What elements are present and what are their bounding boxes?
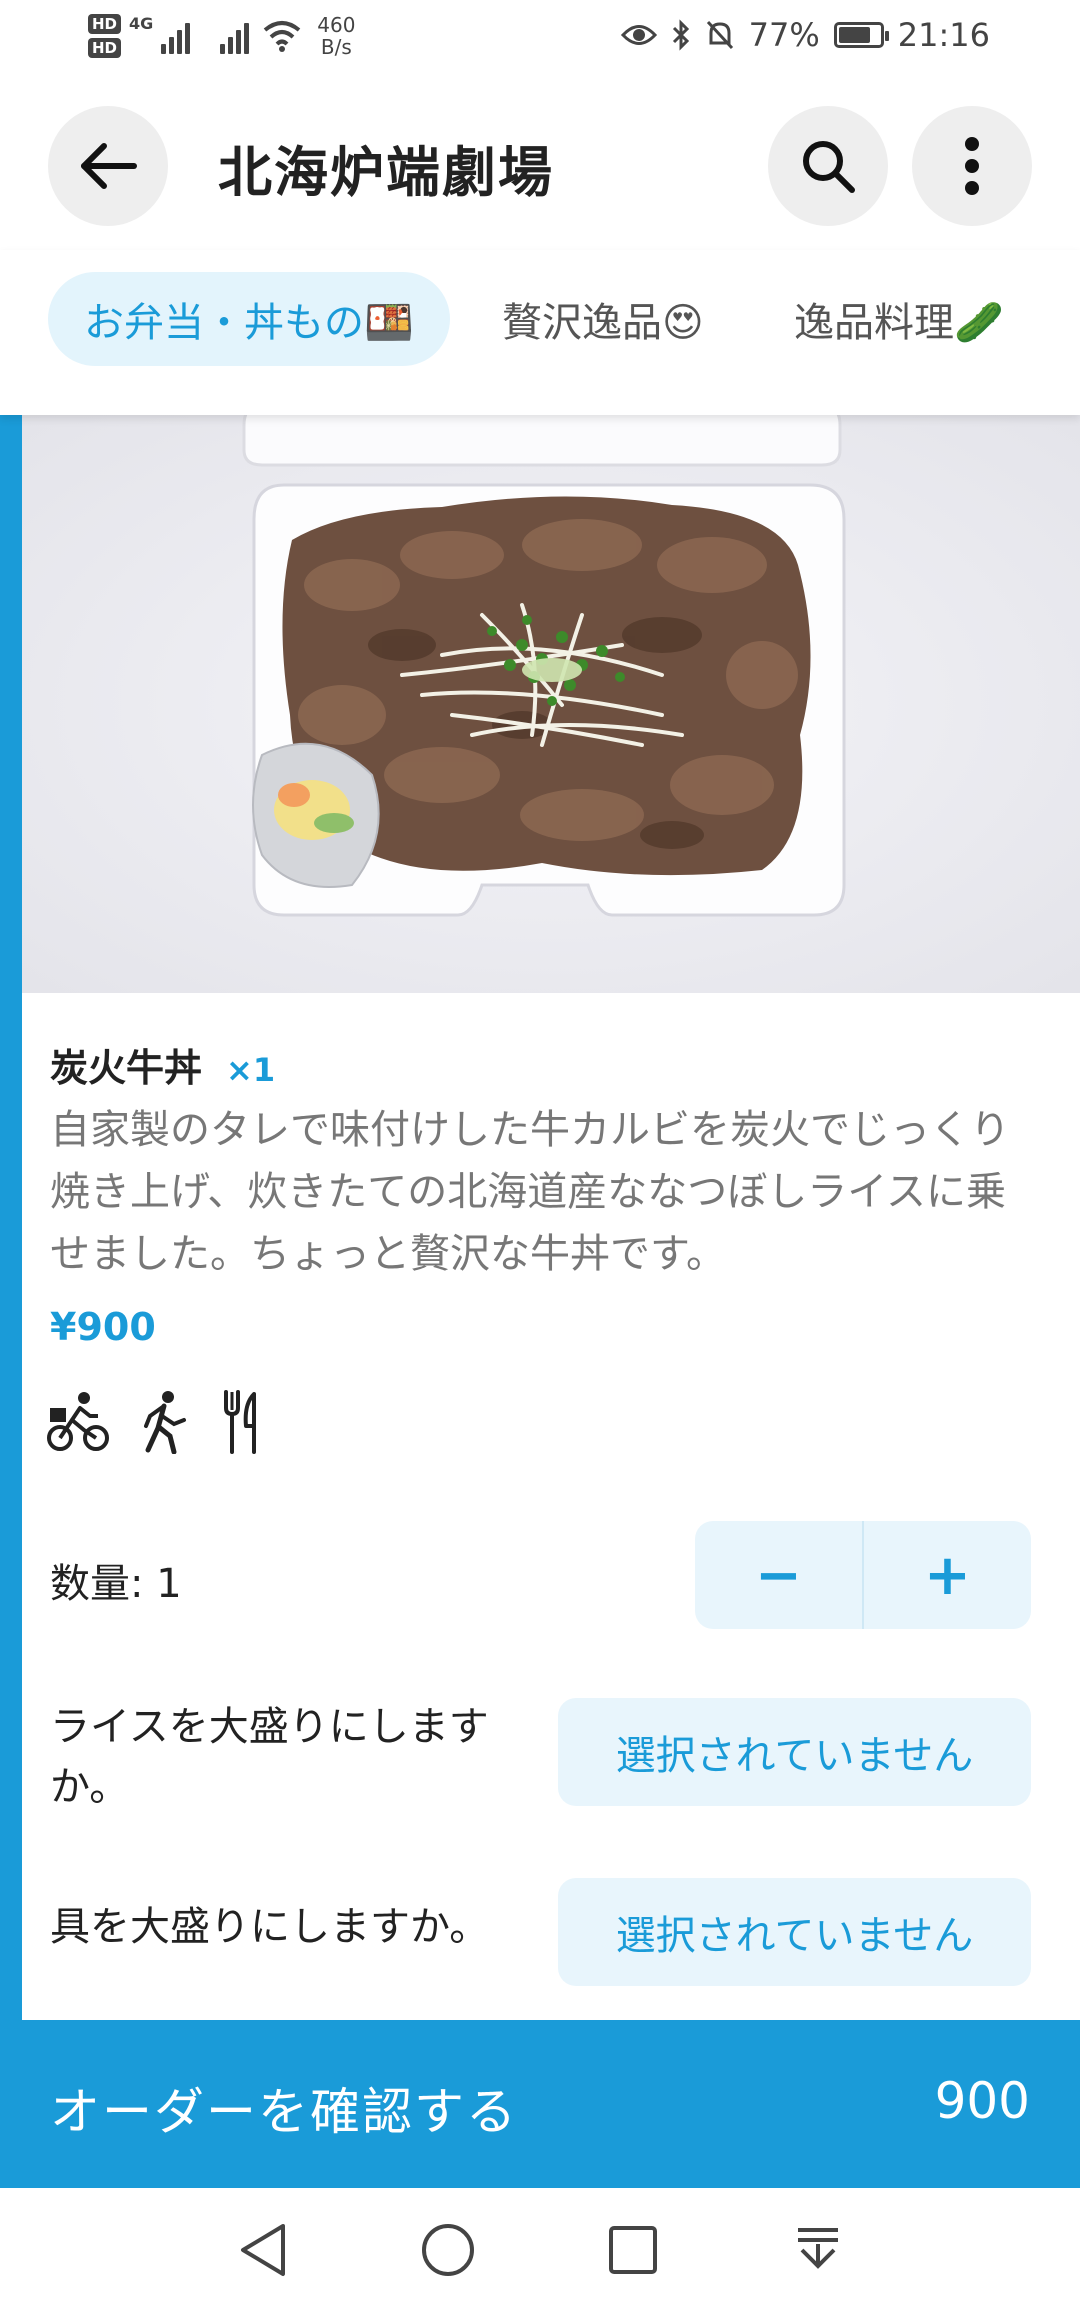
walking-pickup-icon bbox=[144, 1391, 186, 1454]
net-speed-value: 460 bbox=[317, 13, 356, 37]
arrow-left-icon bbox=[81, 143, 137, 189]
wifi-icon bbox=[264, 21, 301, 52]
bluetooth-icon bbox=[672, 19, 689, 51]
status-right: 77% 21:16 bbox=[620, 16, 990, 54]
battery-percent: 77% bbox=[748, 16, 820, 54]
hd-indicators: HD HD bbox=[88, 14, 122, 58]
square-recents-icon bbox=[608, 2226, 657, 2274]
item-price: ¥900 bbox=[50, 1305, 156, 1349]
option-extra-topping-select[interactable]: 選択されていません bbox=[558, 1878, 1031, 1986]
quantity-label: 数量: 1 bbox=[50, 1561, 182, 1607]
delivery-bike-icon bbox=[47, 1392, 109, 1451]
app-header: 北海炉端劇場 bbox=[0, 80, 1080, 250]
option-extra-topping-label: 具を大盛りにしますか。 bbox=[50, 1904, 490, 1950]
hd1-badge: HD bbox=[88, 14, 122, 34]
cutlery-icon bbox=[224, 1390, 256, 1454]
service-icons bbox=[46, 1390, 264, 1454]
battery-icon bbox=[833, 22, 889, 48]
increase-quantity-button[interactable]: + bbox=[864, 1521, 1031, 1629]
status-left: HD HD 4G 460 B/s bbox=[88, 14, 355, 58]
nav-back-button[interactable] bbox=[228, 2215, 298, 2285]
item-name-row: 炭火牛丼 ×1 bbox=[50, 1037, 275, 1092]
hd2-badge: HD bbox=[88, 38, 122, 58]
net-speed: 460 B/s bbox=[317, 14, 355, 58]
category-tabs: お弁当・丼もの🍱 贅沢逸品😍 逸品料理🥒 bbox=[0, 250, 1080, 415]
more-options-button[interactable] bbox=[912, 106, 1032, 226]
search-icon bbox=[803, 141, 855, 193]
confirm-order-label: オーダーを確認する bbox=[50, 2083, 518, 2141]
clock: 21:16 bbox=[897, 16, 990, 54]
circle-home-icon bbox=[421, 2224, 474, 2276]
tab-luxury-items[interactable]: 贅沢逸品😍 bbox=[502, 272, 704, 366]
nav-recents-button[interactable] bbox=[598, 2215, 668, 2285]
battery-fill bbox=[838, 27, 870, 43]
order-total: 900 bbox=[934, 2072, 1030, 2130]
eye-icon bbox=[620, 25, 657, 45]
item-detail: 炭火牛丼 ×1 自家製のタレで味付けした牛カルビを炭火でじっくり焼き上げ、炊きた… bbox=[0, 415, 1080, 2020]
back-button[interactable] bbox=[48, 106, 168, 226]
nav-notifications-button[interactable] bbox=[783, 2215, 853, 2285]
mute-bell-icon bbox=[706, 20, 733, 50]
triangle-back-icon bbox=[240, 2224, 285, 2276]
option-large-rice-label: ライスを大盛りにしますか。 bbox=[50, 1704, 489, 1810]
quantity-stepper: − + bbox=[695, 1521, 1031, 1629]
confirm-order-button[interactable]: オーダーを確認する 900 bbox=[0, 2020, 1080, 2188]
page-title: 北海炉端劇場 bbox=[218, 141, 554, 204]
beef-bowl-photo bbox=[22, 415, 1080, 993]
status-bar: HD HD 4G 460 B/s 77% 21:16 bbox=[0, 0, 1080, 80]
option-large-rice-select[interactable]: 選択されていません bbox=[558, 1698, 1031, 1806]
nav-home-button[interactable] bbox=[413, 2215, 483, 2285]
item-quantity-badge: ×1 bbox=[226, 1051, 276, 1089]
item-description: 自家製のタレで味付けした牛カルビを炭火でじっくり焼き上げ、炊きたての北海道産なな… bbox=[50, 1107, 1010, 1277]
category-indicator-bar bbox=[0, 415, 22, 2020]
network-type: 4G bbox=[129, 14, 154, 33]
more-vertical-icon bbox=[965, 137, 979, 195]
net-speed-unit: B/s bbox=[320, 35, 352, 59]
tab-special-dishes[interactable]: 逸品料理🥒 bbox=[794, 272, 1004, 366]
signal-icon bbox=[161, 18, 191, 54]
system-nav-bar bbox=[0, 2188, 1080, 2312]
search-button[interactable] bbox=[768, 106, 888, 226]
decrease-quantity-button[interactable]: − bbox=[695, 1521, 862, 1629]
signal-icon bbox=[220, 18, 250, 54]
item-photo bbox=[22, 415, 1080, 993]
tab-bento-donburi[interactable]: お弁当・丼もの🍱 bbox=[48, 272, 450, 366]
pull-down-icon bbox=[797, 2228, 838, 2269]
item-name: 炭火牛丼 bbox=[50, 1046, 203, 1090]
